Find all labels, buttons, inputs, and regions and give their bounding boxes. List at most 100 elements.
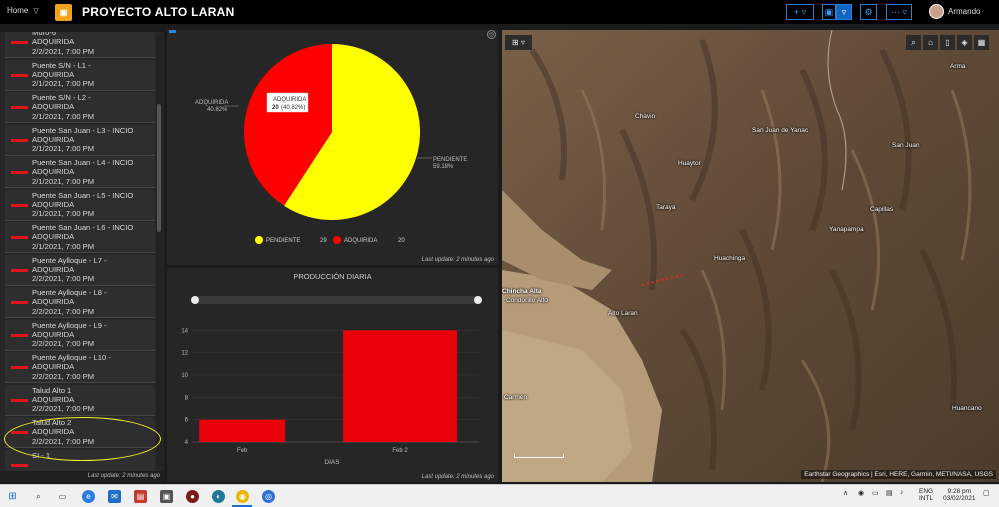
pie-chart: ADQUIRIDA 40.82% PENDIENTE 59.18% ADQUIR… <box>195 44 467 244</box>
clock[interactable]: 9:28 pm 03/02/2021 <box>943 488 976 502</box>
range-slider-start-handle[interactable] <box>191 296 199 304</box>
tray-icon[interactable]: ◉ <box>858 489 864 497</box>
list-last-update: Last update: 2 minutes ago <box>0 471 164 482</box>
list-item[interactable]: Puente S/N - L1 - ADQUIRIDA 2/1/2021, 7:00… <box>5 59 155 91</box>
place-label: San Juan <box>892 142 920 149</box>
language-indicator[interactable]: ENG INTL <box>919 488 933 502</box>
legend-label[interactable]: ADQUIRIDA <box>344 238 377 244</box>
place-label: Huachinga <box>714 255 746 262</box>
place-label: Huancano <box>952 405 982 412</box>
list-item[interactable]: Puente S/N - L2 - ADQUIRIDA 2/1/2021, 7:00… <box>5 92 155 123</box>
app-logo-icon: ▣ <box>55 4 72 21</box>
save-options-button[interactable]: ▿ <box>836 4 852 20</box>
legend-swatch[interactable] <box>333 236 341 244</box>
user-name[interactable]: Armando <box>948 7 980 16</box>
bar-last-update: Last update: 2 minutes ago <box>421 474 494 480</box>
list-item-text: Puente Aylloque - L9 - ADQUIRIDA 2/2/2021,… <box>32 321 107 349</box>
app-icon[interactable]: ● <box>186 490 199 503</box>
range-slider-end-handle[interactable] <box>474 296 482 304</box>
list-item-status: ADQUIRIDA <box>32 297 75 307</box>
list-item[interactable]: Puente San Juan - L6 - INCIO ADQUIRIDA 2/1… <box>5 222 155 253</box>
tooltip-pct: (40.82%) <box>281 105 305 111</box>
search-icon[interactable]: ⌕ <box>32 490 45 503</box>
search-icon[interactable]: ⌕ <box>906 35 921 50</box>
mail-icon[interactable]: ✉ <box>108 490 121 503</box>
list-item[interactable]: Puente San Juan - L3 - INCIO ADQUIRIDA 2/1… <box>5 124 155 156</box>
tray-icon[interactable]: ▭ <box>872 489 879 497</box>
app-icon[interactable]: ◐ <box>212 490 225 503</box>
task-view-icon[interactable]: ▭ <box>56 490 69 503</box>
pie-label-pendiente: PENDIENTE <box>433 157 467 163</box>
bar-chart-panel: PRODUCCIÓN DIARIA 4 6 8 10 12 14 Feb Feb 2 DIA… <box>167 268 498 482</box>
windows-taskbar: ⊞ ⌕ ▭ e ✉ ▤ ▣ ● ◐ ◉ ◎ ∧ ◉ ▭ ▤ ♪ ENG INTL … <box>0 484 999 507</box>
avatar[interactable] <box>929 4 944 19</box>
legend-swatch[interactable] <box>255 236 263 244</box>
scrollbar-track[interactable] <box>157 36 162 466</box>
app-icon[interactable]: ◎ <box>262 490 275 503</box>
list-item-name: Puente S/N - L1 - <box>32 60 91 70</box>
chrome-icon[interactable]: ◉ <box>236 490 249 503</box>
map-layers-toggle[interactable]: ⊞ ▿ <box>505 35 532 50</box>
range-slider-track[interactable] <box>195 296 478 304</box>
y-tick-label: 4 <box>185 440 189 446</box>
status-color-bar <box>11 171 28 174</box>
more-button[interactable]: ··· ▿ <box>886 4 912 20</box>
list-item[interactable]: Puente San Juan - L4 - INCIO ADQUIRIDA 2/1… <box>5 157 155 188</box>
map-view[interactable]: ⊞ ▿ ⌕ ⌂ ▯ ◈ ▦ Arma Chavin San Juan de Ya… <box>502 30 999 482</box>
list-item[interactable]: Puente Aylloque - L8 - ADQUIRIDA 2/2/2021,… <box>5 287 155 318</box>
store-icon[interactable]: ▣ <box>160 490 173 503</box>
add-button[interactable]: + ▿ <box>786 4 814 20</box>
list-item-name: Talud Alto 1 <box>32 385 72 395</box>
windows-start-icon[interactable]: ⊞ <box>6 490 19 503</box>
save-button[interactable]: ▣ <box>822 4 836 20</box>
legend-label[interactable]: PENDIENTE <box>266 238 300 244</box>
list-item-date: 2/2/2021, 7:00 PM <box>32 306 95 316</box>
status-color-bar <box>11 203 28 207</box>
network-icon[interactable]: ▤ <box>886 489 893 497</box>
notification-icon[interactable]: ▢ <box>983 489 990 497</box>
list-item[interactable]: Puente Aylloque - L10 - ADQUIRIDA 2/2/2021… <box>5 352 155 383</box>
pie-last-update: Last update: 2 minutes ago <box>421 257 494 263</box>
highlight-ellipse <box>4 417 161 461</box>
status-color-bar <box>11 236 28 239</box>
basemap-icon[interactable]: ▦ <box>974 35 989 50</box>
bar-feb[interactable] <box>199 419 286 442</box>
list-item[interactable]: Puente Aylloque - L9 - ADQUIRIDA 2/2/2021,… <box>5 319 155 351</box>
volume-icon[interactable]: ♪ <box>900 489 904 496</box>
list-item-text: Puente San Juan - L3 - INCIO ADQUIRIDA 2/1… <box>32 126 133 154</box>
status-color-bar <box>11 463 28 467</box>
list-item-date: 2/1/2021, 7:00 PM <box>32 176 95 186</box>
plus-icon: + ▿ <box>793 7 807 17</box>
list-item[interactable]: Talud Alto 1 ADQUIRIDA 2/2/2021, 7:00 PM <box>5 384 155 416</box>
list-item-name: Puente San Juan - L4 - INCIO <box>32 158 134 167</box>
list-item-date: 2/1/2021, 7:00 PM <box>32 209 95 219</box>
tray-chevron-icon[interactable]: ∧ <box>843 489 848 497</box>
app-icon[interactable]: ▤ <box>134 490 147 503</box>
list-item[interactable]: Puente San Juan - L5 - INCIO ADQUIRIDA 2/1… <box>5 189 155 221</box>
status-color-bar <box>11 268 28 272</box>
bar-feb-2[interactable] <box>343 330 458 442</box>
pie-label-adquirida: ADQUIRIDA <box>195 100 228 106</box>
list-item[interactable]: Puente Aylloque - L7 - ADQUIRIDA 2/2/2021,… <box>5 254 155 286</box>
bookmark-icon[interactable]: ▯ <box>940 35 955 50</box>
home-menu[interactable]: Home ▽ <box>7 6 39 15</box>
y-tick-label: 12 <box>181 351 188 357</box>
list-item-name: Puente Aylloque - L10 - <box>32 353 111 362</box>
list-item[interactable]: Muro-6 ADQUIRIDA 2/2/2021, 7:00 PM <box>5 32 155 58</box>
gear-icon: ⚙ <box>864 7 873 17</box>
clock-time: 9:28 pm <box>947 488 972 495</box>
list-item-status: ADQUIRIDA <box>32 102 75 112</box>
status-color-bar <box>11 41 28 44</box>
list-item-name: Puente Aylloque - L7 - <box>32 255 107 265</box>
home-icon[interactable]: ⌂ <box>923 35 938 50</box>
list-item-date: 2/1/2021, 7:00 PM <box>32 241 95 251</box>
status-color-bar <box>11 301 28 304</box>
settings-button[interactable]: ⚙ <box>860 4 877 20</box>
place-label: Capillas <box>870 206 894 213</box>
edge-icon[interactable]: e <box>82 490 95 503</box>
layers-icon[interactable]: ◈ <box>957 35 972 50</box>
chevron-down-icon: ▿ <box>841 7 847 17</box>
scrollbar-thumb[interactable] <box>157 104 161 232</box>
map-terrain <box>502 30 999 482</box>
lang2: INTL <box>919 495 934 502</box>
